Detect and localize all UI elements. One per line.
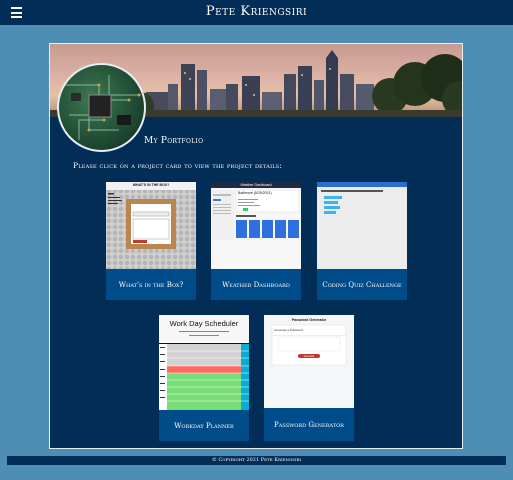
- project-card-label: Workday Planner: [159, 410, 249, 441]
- preview-city: Baltimore (5/25/2021): [238, 191, 272, 195]
- profile-avatar: [57, 63, 146, 152]
- portfolio-title: My Portfolio: [144, 136, 204, 146]
- preview-heading: WHAT'S IN THE BOX?: [132, 183, 170, 187]
- project-card-weather-dashboard[interactable]: Weather Dashboard Baltimore (5/25/2021) …: [211, 182, 301, 300]
- preview-heading: Password Generator: [291, 318, 327, 322]
- project-screenshot: Weather Dashboard Baltimore (5/25/2021): [211, 182, 301, 269]
- footer-copyright: © Copyright 2021 Pete Kriengsiri: [7, 456, 506, 465]
- site-title[interactable]: Pete Kriengsiri: [0, 4, 513, 19]
- project-card-label: Password Generator: [264, 408, 354, 441]
- project-screenshot: Password Generator Generate a Password G…: [264, 315, 354, 408]
- project-card-whats-in-the-box[interactable]: WHAT'S IN THE BOX? What's in the Box?: [106, 182, 196, 300]
- top-navbar: Pete Kriengsiri: [0, 0, 513, 25]
- project-screenshot: [317, 182, 407, 269]
- project-card-label: Weather Dashboard: [211, 269, 301, 300]
- preview-sub: Generate a Password: [274, 328, 304, 332]
- project-card-workday-planner[interactable]: Work Day Scheduler Workday Planner: [159, 315, 249, 441]
- preview-heading: Work Day Scheduler: [169, 319, 239, 328]
- portfolio-panel: My Portfolio Please click on a project c…: [49, 43, 463, 449]
- project-card-label: Coding Quiz Challenge: [317, 269, 407, 300]
- instructions-text: Please click on a project card to view t…: [73, 161, 283, 170]
- project-card-label: What's in the Box?: [106, 269, 196, 300]
- project-screenshot: WHAT'S IN THE BOX?: [106, 182, 196, 269]
- preview-generate-button: Generate Password: [303, 354, 315, 361]
- project-card-password-generator[interactable]: Password Generator Generate a Password G…: [264, 315, 354, 441]
- project-screenshot: Work Day Scheduler: [159, 315, 249, 410]
- preview-heading: Weather Dashboard: [240, 182, 272, 187]
- project-card-coding-quiz[interactable]: Coding Quiz Challenge: [317, 182, 407, 300]
